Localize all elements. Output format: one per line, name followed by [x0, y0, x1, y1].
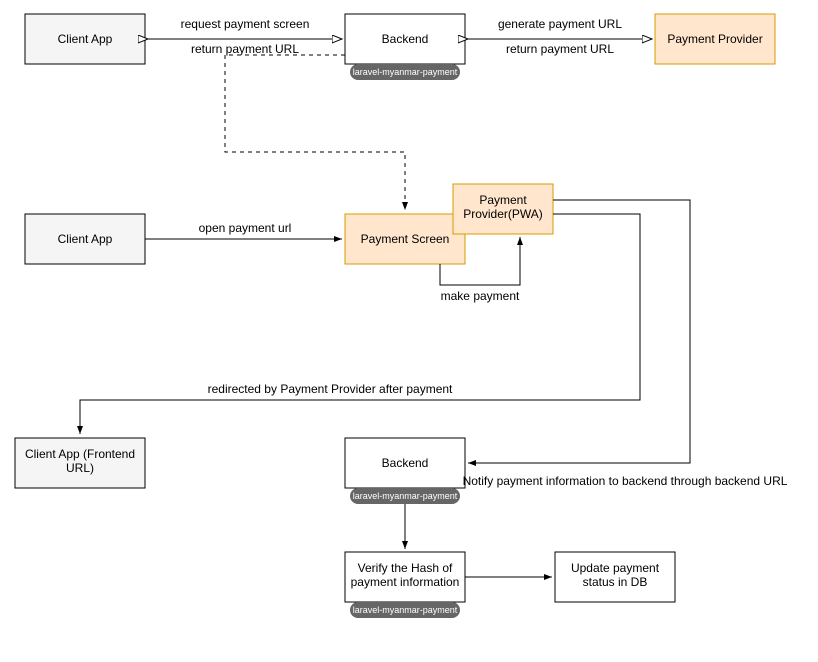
redirected-label: redirected by Payment Provider after pay… — [208, 382, 453, 396]
backend-label-1: Backend — [382, 32, 429, 46]
arrow-notify — [468, 200, 690, 463]
update-label-2: status in DB — [583, 575, 648, 589]
payment-screen-label: Payment Screen — [361, 232, 450, 246]
open-url-label: open payment url — [199, 221, 292, 235]
make-payment-label: make payment — [441, 289, 520, 303]
pill-3-label: laravel-myanmar-payment — [353, 605, 458, 615]
pill-1-label: laravel-myanmar-payment — [353, 67, 458, 77]
provider-pwa-label-2: Provider(PWA) — [463, 207, 543, 221]
client-app-label-3a: Client App (Frontend — [25, 447, 135, 461]
gen-url-label: generate payment URL — [498, 17, 622, 31]
req-screen-label: request payment screen — [181, 17, 310, 31]
pill-2-label: laravel-myanmar-payment — [353, 491, 458, 501]
backend-label-2: Backend — [382, 456, 429, 470]
provider-label-1: Payment Provider — [667, 32, 762, 46]
client-app-label-1: Client App — [58, 32, 113, 46]
ret-url1-label: return payment URL — [191, 42, 299, 56]
provider-pwa-label-1: Payment — [479, 193, 527, 207]
update-label-1: Update payment — [571, 561, 660, 575]
notify-label: Notify payment information to backend th… — [463, 474, 788, 488]
verify-label-1: Verify the Hash of — [358, 561, 453, 575]
client-app-label-3b: URL) — [66, 461, 94, 475]
verify-label-2: payment information — [351, 575, 460, 589]
ret-url2-label: return payment URL — [506, 42, 614, 56]
client-app-label-2: Client App — [58, 232, 113, 246]
